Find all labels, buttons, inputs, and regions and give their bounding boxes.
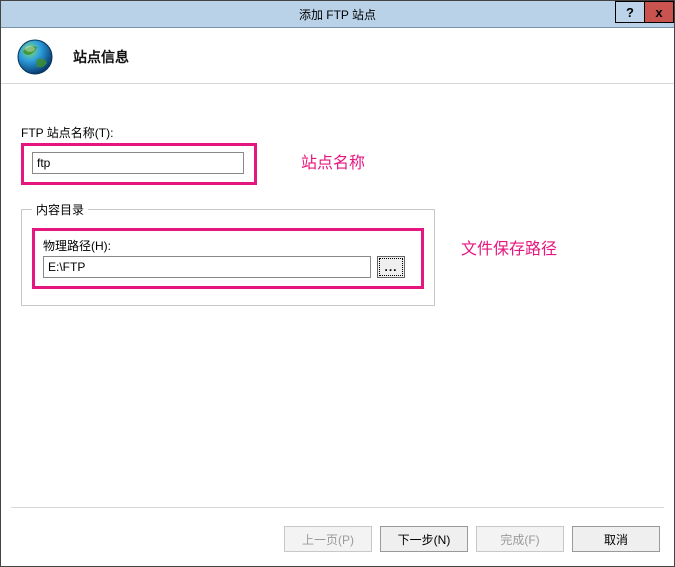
close-button[interactable]: x bbox=[644, 1, 674, 23]
site-name-input[interactable] bbox=[32, 152, 244, 174]
finish-button: 完成(F) bbox=[476, 526, 564, 552]
physical-path-input[interactable] bbox=[43, 256, 371, 278]
annotation-file-path: 文件保存路径 bbox=[461, 235, 557, 259]
previous-button: 上一页(P) bbox=[284, 526, 372, 552]
globe-icon bbox=[15, 37, 55, 77]
physical-path-highlight: 物理路径(H): ... bbox=[32, 228, 424, 289]
header-panel: 站点信息 bbox=[1, 28, 674, 84]
dialog-window: 添加 FTP 站点 ? x 站点信息 bbox=[0, 0, 675, 567]
site-name-highlight bbox=[21, 143, 257, 185]
physical-path-row: ... bbox=[43, 256, 413, 278]
window-controls: ? x bbox=[616, 1, 674, 24]
cancel-button[interactable]: 取消 bbox=[572, 526, 660, 552]
annotation-site-name: 站点名称 bbox=[301, 149, 365, 173]
next-button[interactable]: 下一步(N) bbox=[380, 526, 468, 552]
site-name-label: FTP 站点名称(T): bbox=[21, 124, 674, 141]
help-button[interactable]: ? bbox=[615, 1, 645, 23]
titlebar: 添加 FTP 站点 ? x bbox=[1, 1, 674, 28]
wizard-button-row: 上一页(P) 下一步(N) 完成(F) 取消 bbox=[284, 526, 660, 552]
form-body: FTP 站点名称(T): 内容目录 物理路径(H): ... bbox=[1, 84, 674, 306]
page-heading: 站点信息 bbox=[73, 47, 129, 67]
physical-path-label: 物理路径(H): bbox=[43, 237, 413, 254]
content-directory-legend: 内容目录 bbox=[32, 201, 88, 218]
content-directory-group: 内容目录 物理路径(H): ... bbox=[21, 201, 435, 306]
window-title: 添加 FTP 站点 bbox=[299, 6, 376, 23]
footer-separator bbox=[11, 507, 664, 508]
browse-button[interactable]: ... bbox=[377, 256, 405, 278]
